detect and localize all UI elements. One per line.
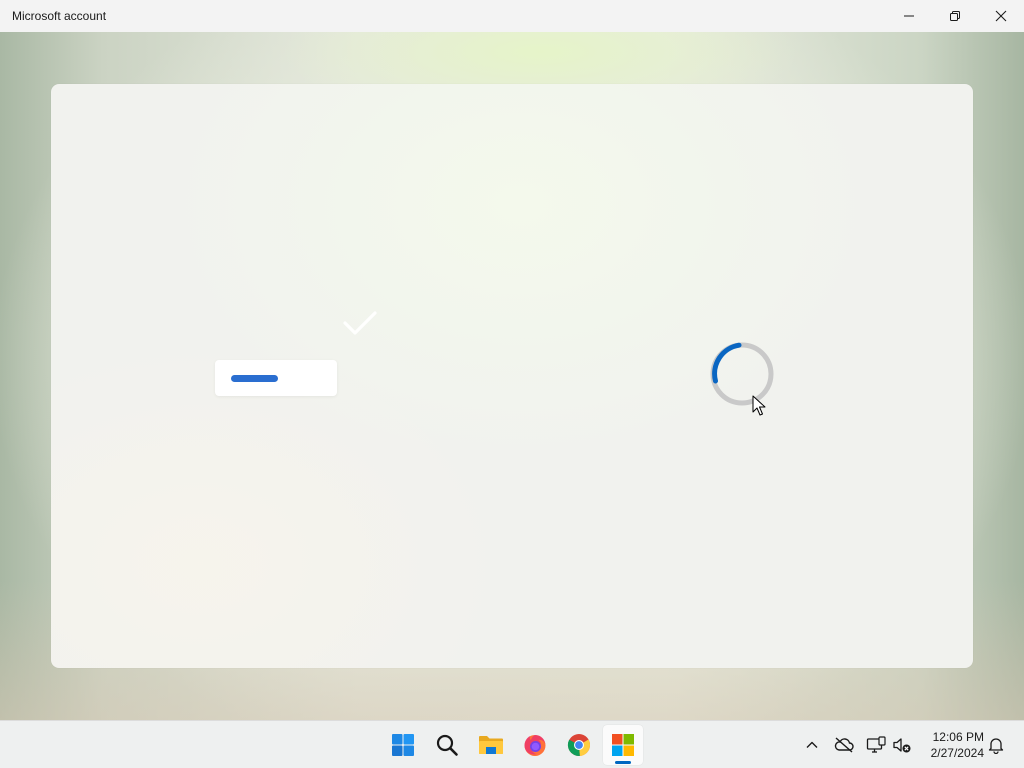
restore-button[interactable] <box>932 0 978 32</box>
microsoft-account-button[interactable] <box>603 725 643 765</box>
show-hidden-icons-button[interactable] <box>800 733 824 757</box>
system-clock[interactable]: 12:06 PM 2/27/2024 <box>916 729 984 761</box>
notifications-button[interactable] <box>984 733 1008 757</box>
network-icon <box>866 736 886 753</box>
firefox-icon <box>524 735 546 756</box>
network-button[interactable] <box>864 733 888 757</box>
taskbar: 12:06 PM 2/27/2024 <box>0 720 1024 768</box>
window-title: Microsoft account <box>12 9 107 23</box>
clock-time: 12:06 PM <box>932 730 984 744</box>
title-bar: Microsoft account <box>0 0 1024 32</box>
clock-date: 2/27/2024 <box>930 746 984 760</box>
mouse-cursor-icon <box>752 395 766 416</box>
checkmark-icon <box>343 311 377 335</box>
content-card <box>51 84 973 668</box>
windows-start-icon <box>392 734 414 756</box>
volume-muted-icon <box>893 738 911 753</box>
chrome-button[interactable] <box>559 725 599 765</box>
placeholder-button <box>215 360 337 396</box>
bell-icon <box>988 738 1004 754</box>
progress-pill <box>231 375 278 382</box>
file-explorer-button[interactable] <box>471 725 511 765</box>
minimize-icon <box>904 15 914 17</box>
close-icon <box>995 10 1007 22</box>
firefox-button[interactable] <box>515 725 555 765</box>
chevron-up-icon <box>806 741 818 748</box>
search-button[interactable] <box>427 725 467 765</box>
folder-icon <box>479 736 503 754</box>
microsoft-logo-icon <box>612 734 634 756</box>
close-button[interactable] <box>978 0 1024 32</box>
volume-button[interactable] <box>890 733 914 757</box>
minimize-button[interactable] <box>886 0 932 32</box>
cloud-offline-icon <box>834 737 854 753</box>
restore-icon <box>950 11 960 21</box>
start-button[interactable] <box>383 725 423 765</box>
chrome-icon <box>567 734 590 757</box>
active-indicator <box>615 761 631 764</box>
search-icon <box>436 734 458 756</box>
onedrive-status-button[interactable] <box>832 733 856 757</box>
